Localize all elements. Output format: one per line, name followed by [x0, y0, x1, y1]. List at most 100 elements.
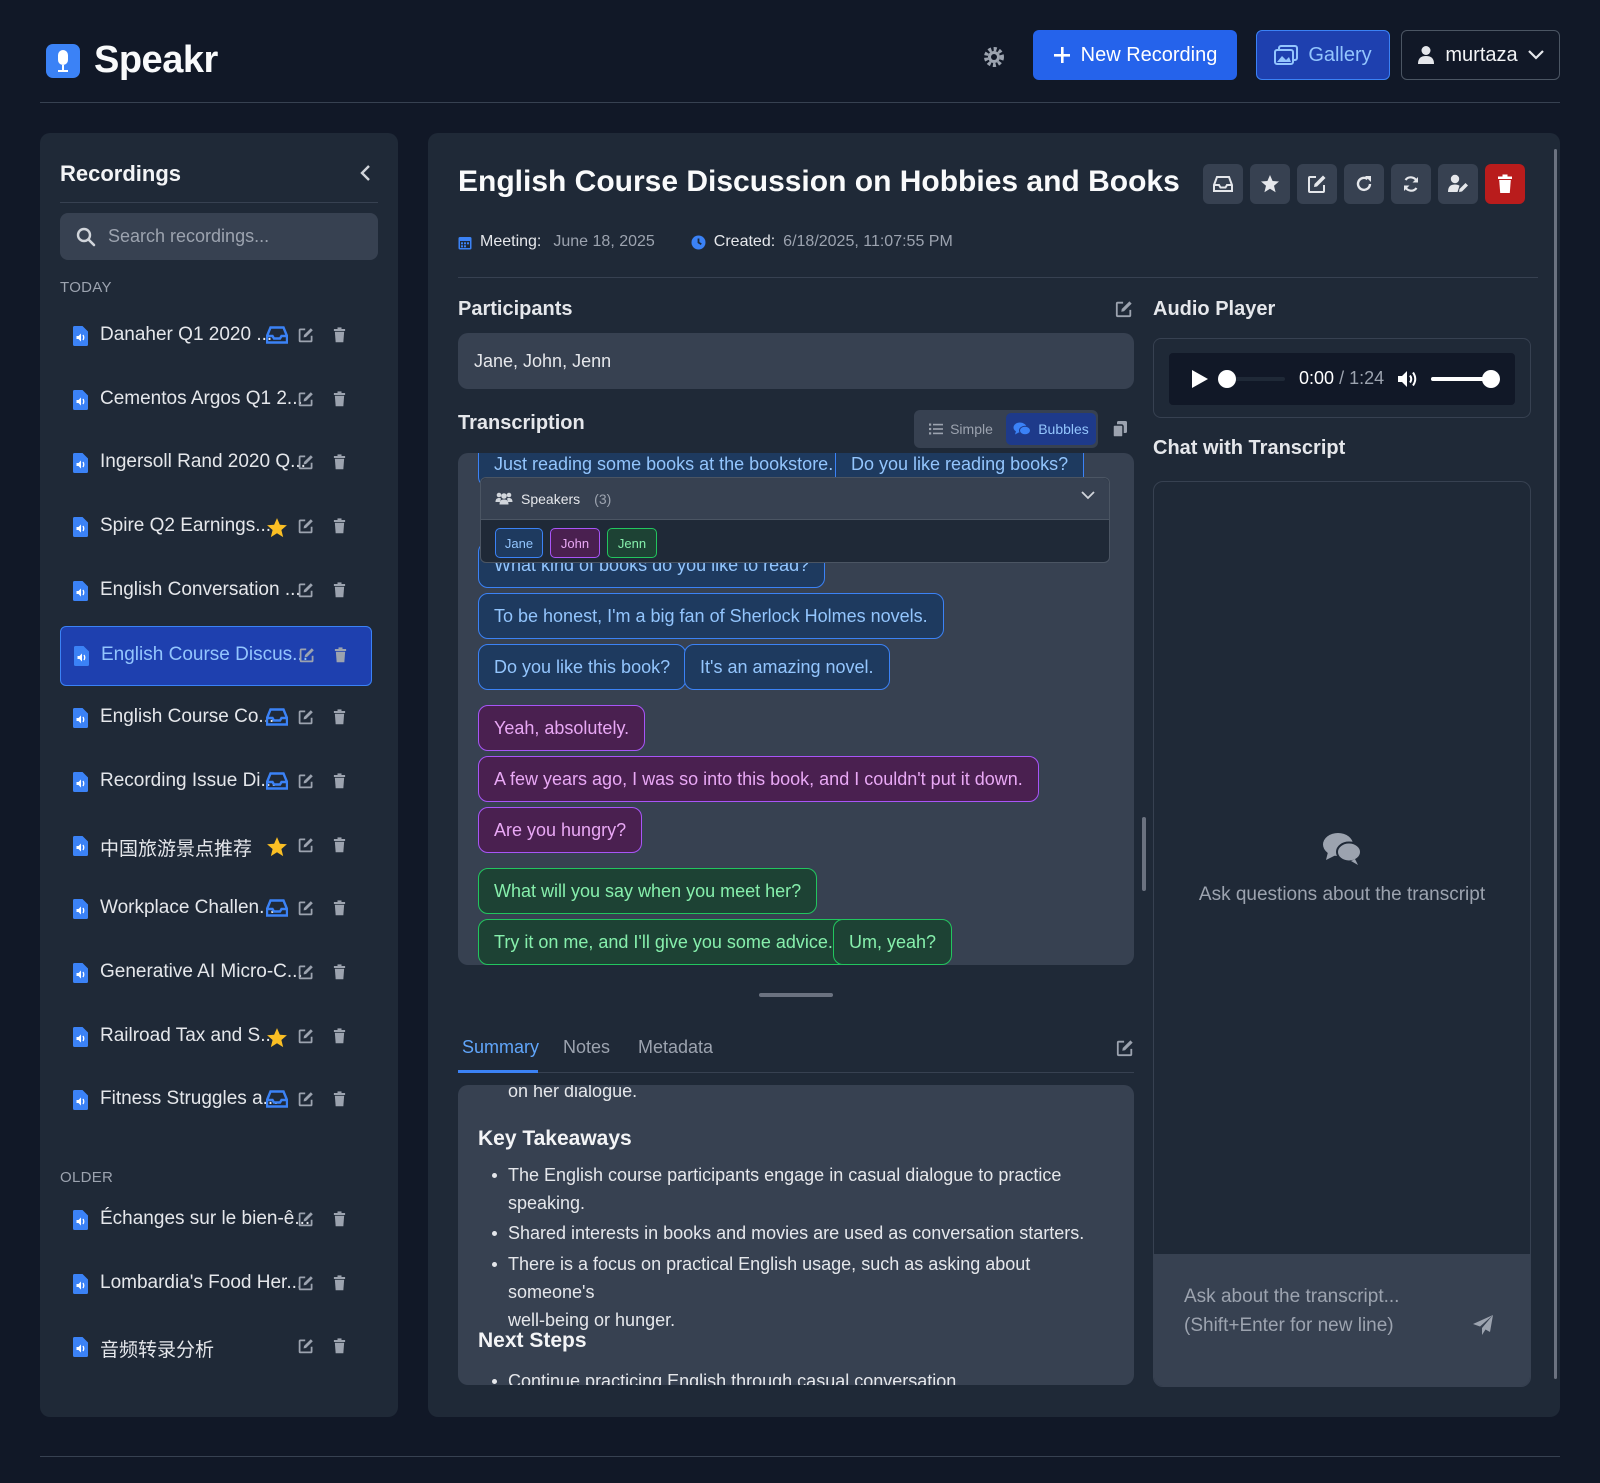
transcript-bubbles-area[interactable]: Just reading some books at the bookstore…	[458, 453, 1134, 965]
trash-icon[interactable]	[333, 582, 349, 600]
recording-name: 音频转录分析	[100, 1340, 215, 1362]
edit-icon[interactable]	[298, 1211, 316, 1229]
column-resize-grip[interactable]	[1142, 817, 1146, 891]
trash-icon[interactable]	[334, 646, 350, 665]
page-scrollbar[interactable]	[1554, 149, 1557, 1379]
tab-notes[interactable]: Notes	[563, 1037, 610, 1058]
star-icon[interactable]	[266, 1027, 290, 1049]
reprocess-button[interactable]	[1344, 164, 1384, 204]
collapse-sidebar-chevron-left-icon[interactable]	[356, 163, 376, 183]
play-icon[interactable]	[1191, 369, 1209, 389]
plus-icon	[1053, 47, 1070, 63]
trash-icon[interactable]	[333, 709, 349, 727]
volume-thumb[interactable]	[1482, 370, 1500, 388]
recording-list-item[interactable]: Spire Q2 Earnings...	[60, 498, 372, 558]
edit-icon[interactable]	[298, 1028, 316, 1046]
trash-icon[interactable]	[333, 900, 349, 918]
new-recording-button[interactable]: New Recording	[1033, 30, 1237, 80]
recording-list-item[interactable]: English Conversation ...	[60, 562, 372, 622]
trash-icon[interactable]	[333, 391, 349, 409]
edit-icon[interactable]	[298, 454, 316, 472]
speaker-tag-jane[interactable]: Jane	[495, 528, 543, 558]
edit-icon[interactable]	[298, 900, 316, 918]
settings-gear-icon[interactable]	[982, 45, 1006, 69]
recording-list-item[interactable]: Ingersoll Rand 2020 Q...	[60, 434, 372, 494]
seek-bar[interactable]	[1218, 370, 1285, 388]
star-icon[interactable]	[266, 517, 290, 539]
recording-list-item[interactable]: 音频转录分析	[60, 1318, 372, 1378]
simple-view-button[interactable]: Simple	[918, 413, 1004, 445]
recording-list-item[interactable]: Recording Issue Di...	[60, 753, 372, 813]
send-paper-plane-icon[interactable]	[1472, 1314, 1494, 1336]
inbox-icon[interactable]	[266, 326, 290, 348]
resummarize-button[interactable]	[1391, 164, 1431, 204]
edit-icon[interactable]	[299, 647, 317, 665]
volume-icon[interactable]	[1397, 369, 1419, 389]
tab-summary[interactable]: Summary	[462, 1037, 539, 1058]
star-icon[interactable]	[266, 836, 290, 858]
speakers-toggle[interactable]: Speakers (3)	[481, 478, 1109, 520]
delete-recording-button[interactable]	[1485, 164, 1525, 204]
trash-icon[interactable]	[333, 773, 349, 791]
seek-thumb[interactable]	[1218, 370, 1236, 388]
trash-icon[interactable]	[333, 1028, 349, 1046]
edit-icon[interactable]	[298, 964, 316, 982]
trash-icon[interactable]	[333, 1275, 349, 1293]
edit-details-button[interactable]	[1297, 164, 1337, 204]
trash-icon[interactable]	[333, 454, 349, 472]
bubbles-view-button[interactable]: Bubbles	[1006, 413, 1096, 445]
speaker-tag-john[interactable]: John	[550, 528, 600, 558]
edit-icon[interactable]	[298, 518, 316, 536]
duration: 1:24	[1349, 368, 1385, 388]
star-button[interactable]	[1250, 164, 1290, 204]
edit-icon[interactable]	[298, 391, 316, 409]
edit-summary-icon[interactable]	[1116, 1039, 1134, 1057]
identify-speakers-button[interactable]	[1438, 164, 1478, 204]
trash-icon[interactable]	[333, 1211, 349, 1229]
edit-icon[interactable]	[298, 1275, 316, 1293]
trash-icon[interactable]	[333, 1091, 349, 1109]
edit-icon[interactable]	[298, 709, 316, 727]
edit-icon[interactable]	[298, 837, 316, 855]
trash-icon[interactable]	[333, 836, 349, 855]
recording-list-item[interactable]: Cementos Argos Q1 2...	[60, 371, 372, 431]
trash-icon[interactable]	[333, 518, 349, 536]
edit-icon[interactable]	[298, 582, 316, 600]
recording-list-item[interactable]: 中国旅游景点推荐	[60, 817, 372, 877]
trash-icon[interactable]	[333, 964, 349, 982]
edit-icon[interactable]	[298, 1338, 316, 1356]
recording-list-item[interactable]: Workplace Challen...	[60, 880, 372, 940]
edit-participants-icon[interactable]	[1115, 300, 1133, 318]
trash-icon[interactable]	[333, 327, 349, 345]
copy-transcript-icon[interactable]	[1112, 420, 1128, 438]
recording-list-item[interactable]: Danaher Q1 2020 ...	[60, 307, 372, 367]
user-menu-button[interactable]: murtaza	[1401, 30, 1560, 80]
edit-icon[interactable]	[298, 327, 316, 345]
summary-content[interactable]: on her dialogue. Key Takeaways The Engli…	[458, 1085, 1134, 1385]
search-input[interactable]	[108, 226, 358, 247]
inbox-icon[interactable]	[266, 772, 290, 794]
transcript-resize-handle[interactable]	[759, 993, 833, 997]
recording-list-item[interactable]: Fitness Struggles a...	[60, 1071, 372, 1131]
gallery-button[interactable]: Gallery	[1256, 30, 1390, 80]
inbox-toggle-button[interactable]	[1203, 164, 1243, 204]
trash-icon[interactable]	[333, 1338, 349, 1356]
inbox-icon[interactable]	[266, 708, 290, 730]
edit-icon[interactable]	[298, 1091, 316, 1109]
speaker-tag-jenn[interactable]: Jenn	[607, 528, 657, 558]
inbox-icon[interactable]	[266, 899, 290, 921]
app-logo[interactable]: Speakr	[46, 39, 218, 82]
recording-list-item[interactable]: Generative AI Micro-C...	[60, 944, 372, 1004]
tab-metadata[interactable]: Metadata	[638, 1037, 713, 1058]
volume-slider[interactable]	[1431, 370, 1500, 388]
edit-icon[interactable]	[298, 773, 316, 791]
recording-list-item[interactable]: English Course Co...	[60, 689, 372, 749]
recording-name: Generative AI Micro-C...	[100, 961, 303, 982]
recording-list-item[interactable]: English Course Discus...	[60, 625, 372, 686]
inbox-icon[interactable]	[266, 1090, 290, 1112]
recording-list-item[interactable]: Lombardia's Food Her...	[60, 1255, 372, 1315]
recording-list-item[interactable]: Railroad Tax and S...	[60, 1008, 372, 1068]
chat-input[interactable]	[1184, 1282, 1474, 1352]
participants-field[interactable]: Jane, John, Jenn	[458, 333, 1134, 389]
recording-list-item[interactable]: Échanges sur le bien-ê...	[60, 1191, 372, 1251]
